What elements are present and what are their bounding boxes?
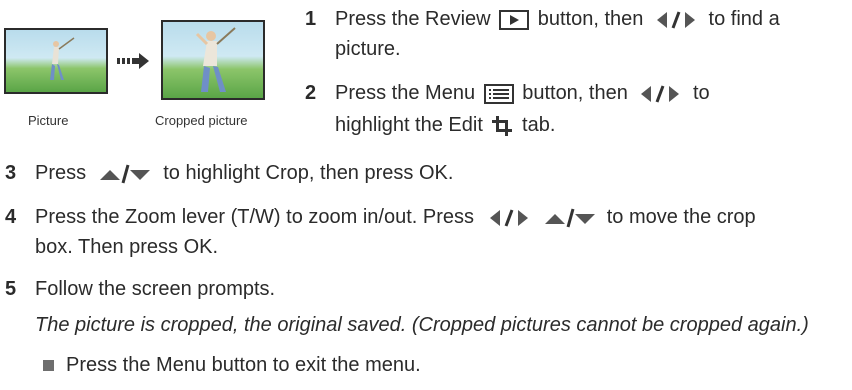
arrow-right-icon — [117, 53, 149, 69]
step-number: 1 — [305, 8, 317, 30]
left-right-icon — [656, 11, 695, 29]
edit-crop-icon — [492, 115, 513, 136]
step-text: button, then — [537, 8, 644, 30]
cropped-picture-thumbnail — [161, 20, 265, 100]
step-5: 5 Follow the screen prompts. — [5, 274, 275, 304]
step-text: Press the Review — [335, 8, 491, 30]
note-text: The picture is cropped, the original sav… — [35, 314, 809, 336]
review-icon — [499, 9, 530, 30]
step-4-cont: box. Then press OK. — [35, 236, 219, 258]
menu-icon — [483, 83, 514, 104]
step-number: 3 — [5, 162, 17, 184]
step-text: to highlight Crop, then press OK. — [163, 162, 454, 184]
step-number: 4 — [5, 206, 17, 228]
bullet-icon — [43, 360, 54, 372]
bullet-text: Press the Menu button to exit the menu. — [66, 354, 421, 376]
up-down-icon — [545, 208, 596, 228]
step-text: button, then — [522, 82, 628, 104]
left-right-icon — [641, 85, 680, 103]
step-number: 2 — [305, 82, 317, 104]
step-text: highlight the Edit — [335, 114, 483, 136]
step-1-cont: picture. — [335, 38, 401, 60]
step-text: Press the Menu — [335, 82, 476, 104]
step-text: to find a — [708, 8, 780, 30]
bullet-item: Press the Menu button to exit the menu. — [43, 350, 421, 380]
step-number: 5 — [5, 278, 17, 300]
left-right-icon — [489, 209, 528, 227]
step-text: to move the crop — [606, 206, 756, 228]
step-text: Press — [35, 162, 87, 184]
step-text: tab. — [522, 114, 556, 136]
step-1: 1 Press the Review button, then to find a — [305, 4, 780, 34]
step-text: to — [692, 82, 710, 104]
step-2: 2 Press the Menu button, then to — [305, 78, 710, 108]
step-3: 3 Press to highlight Crop, then press OK. — [5, 158, 453, 188]
step-2-cont: highlight the Edit tab. — [335, 110, 555, 140]
step-text: Press the Zoom lever (T/W) to zoom in/ou… — [35, 206, 475, 228]
step-4: 4 Press the Zoom lever (T/W) to zoom in/o… — [5, 202, 756, 232]
step-text: Follow the screen prompts. — [35, 278, 276, 300]
up-down-icon — [99, 164, 150, 184]
cropped-picture-caption: Cropped picture — [155, 113, 248, 128]
picture-thumbnail — [4, 28, 108, 94]
picture-caption: Picture — [28, 113, 69, 128]
